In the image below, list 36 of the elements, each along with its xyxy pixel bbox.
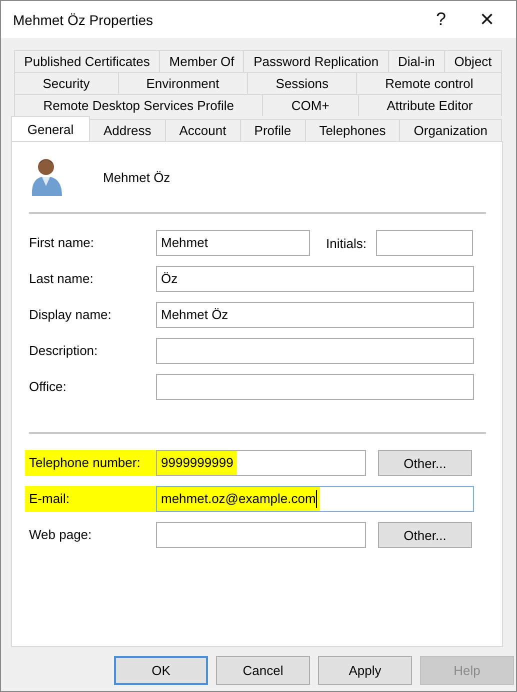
- input-field[interactable]: Öz: [156, 266, 474, 292]
- input-field[interactable]: [156, 374, 474, 400]
- tab[interactable]: Security: [14, 72, 118, 94]
- other-button[interactable]: Other...: [378, 522, 472, 548]
- close-button[interactable]: ×: [464, 1, 510, 38]
- field-label: Web page:: [28, 526, 93, 544]
- window-title: Mehmet Öz Properties: [13, 12, 154, 28]
- dialog-button[interactable]: Apply: [318, 656, 412, 685]
- field-label: Initials:: [326, 236, 368, 250]
- input-field[interactable]: [156, 522, 366, 548]
- help-button[interactable]: ?: [418, 1, 464, 38]
- input-field[interactable]: [376, 230, 473, 256]
- tab[interactable]: Telephones: [304, 119, 400, 141]
- tab[interactable]: Remote Desktop Services Profile: [14, 94, 264, 116]
- field-label: Last name:: [28, 270, 94, 288]
- tab[interactable]: Remote control: [356, 72, 502, 94]
- field-label: Description:: [28, 342, 99, 360]
- field-label: Office:: [28, 378, 68, 396]
- input-field[interactable]: [156, 338, 474, 364]
- user-icon: [29, 156, 65, 198]
- field-label: Display name:: [28, 306, 112, 324]
- tab[interactable]: Password Replication: [243, 50, 389, 72]
- input-field[interactable]: Mehmet: [156, 230, 310, 256]
- field-label: First name:: [28, 234, 96, 252]
- tab[interactable]: Published Certificates: [14, 50, 160, 72]
- dialog-button[interactable]: OK: [114, 656, 208, 685]
- dialog-button[interactable]: Cancel: [216, 656, 310, 685]
- input-field[interactable]: mehmet.oz@example.com: [156, 486, 474, 512]
- tab[interactable]: Organization: [399, 119, 502, 141]
- input-field[interactable]: 9999999999: [156, 450, 366, 476]
- tab[interactable]: General: [11, 116, 90, 141]
- tab[interactable]: Attribute Editor: [358, 94, 502, 116]
- user-name: Mehmet Öz: [103, 170, 170, 184]
- other-button[interactable]: Other...: [378, 450, 472, 476]
- input-field[interactable]: Mehmet Öz: [156, 302, 474, 328]
- tab[interactable]: Object: [444, 50, 502, 72]
